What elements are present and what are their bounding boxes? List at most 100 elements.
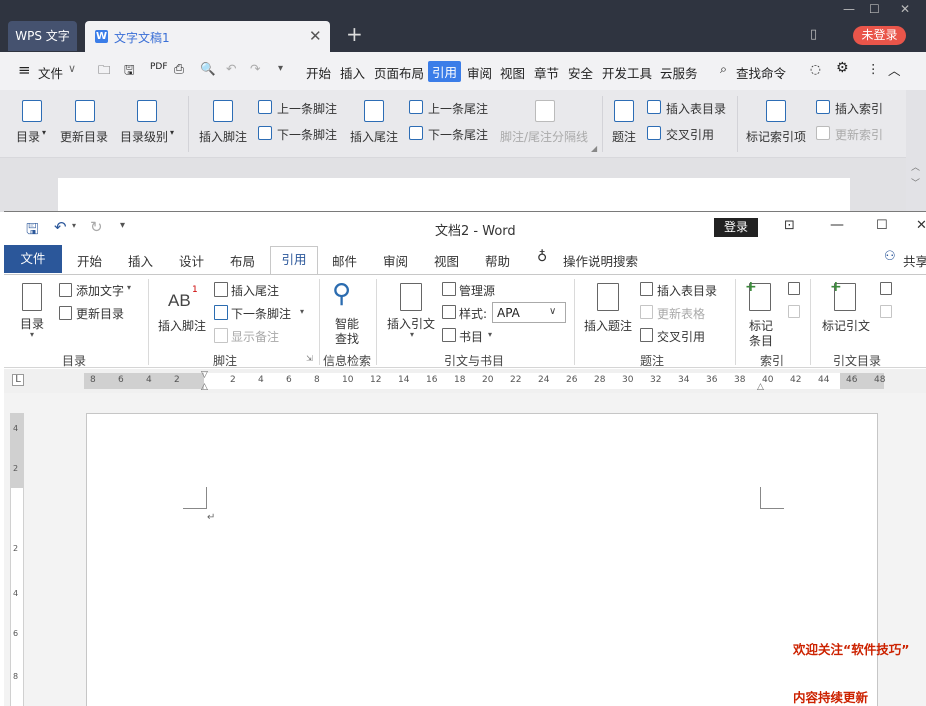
share-button[interactable]: 共享 xyxy=(903,251,926,270)
wps-insert-tof-button[interactable]: 插入表目录 xyxy=(666,100,726,117)
bibliography-button[interactable]: 书目 xyxy=(459,328,483,345)
wps-prev-endnote-button[interactable]: 上一条尾注 xyxy=(428,100,488,117)
wps-insert-index-button[interactable]: 插入索引 xyxy=(835,100,883,117)
close-icon[interactable]: ✕ xyxy=(309,27,322,45)
tab-selector-icon[interactable]: L xyxy=(12,374,24,386)
undo-icon[interactable]: ↶ xyxy=(54,218,67,236)
wps-mark-index-button[interactable]: 标记索引项 xyxy=(746,128,806,145)
new-tab-icon[interactable]: + xyxy=(346,22,363,46)
update-tof-button[interactable]: 更新表格 xyxy=(657,305,705,322)
cross-reference-button[interactable]: 交叉引用 xyxy=(657,328,705,345)
insert-tof-button[interactable]: 插入表目录 xyxy=(657,282,717,299)
chat-icon[interactable]: ◌ xyxy=(810,61,821,76)
show-notes-button[interactable]: 显示备注 xyxy=(231,328,279,345)
wps-next-endnote-button[interactable]: 下一条尾注 xyxy=(428,126,488,143)
wps-document-tab[interactable]: W 文字文稿1 ✕ xyxy=(85,21,330,52)
chevron-down-icon[interactable]: ∨ xyxy=(68,62,76,75)
ribbon-display-options-icon[interactable]: ⊡ xyxy=(784,218,795,233)
tab-home[interactable]: 开始 xyxy=(77,251,102,270)
tab-references[interactable]: 引用 xyxy=(270,246,318,275)
manage-sources-button[interactable]: 管理源 xyxy=(459,282,495,299)
word-file-tab[interactable]: 文件 xyxy=(4,245,62,273)
chevron-down-icon[interactable]: ▾ xyxy=(300,307,304,316)
gear-icon[interactable]: ⚙ xyxy=(836,60,849,76)
redo-icon[interactable]: ↷ xyxy=(250,61,260,76)
insert-footnote-button[interactable]: 插入脚注 xyxy=(158,317,206,334)
dialog-launcher-icon[interactable]: ◢ xyxy=(591,144,597,153)
tab-help[interactable]: 帮助 xyxy=(485,251,510,270)
collapse-ribbon-icon[interactable]: ︿ xyxy=(888,60,901,79)
maximize-icon[interactable]: ☐ xyxy=(869,2,880,16)
smart-lookup-button-line2[interactable]: 查找 xyxy=(335,330,359,347)
wps-menu-item-cloud[interactable]: 云服务 xyxy=(660,63,698,82)
minimize-icon[interactable]: — xyxy=(830,217,844,233)
wps-scrollbar[interactable]: ︿ ﹀ xyxy=(906,90,926,212)
save-icon[interactable]: 🖫 xyxy=(26,219,39,244)
redo-icon[interactable]: ↻ xyxy=(90,218,103,236)
wps-menu-item-security[interactable]: 安全 xyxy=(568,63,593,82)
quick-access-more-icon[interactable]: ▾ xyxy=(278,63,283,74)
document-page[interactable]: ↵ xyxy=(86,413,878,706)
mark-entry-button-line2[interactable]: 条目 xyxy=(749,332,773,349)
hanging-indent-marker[interactable]: △ xyxy=(201,382,208,392)
layout-icon[interactable]: ▯ xyxy=(810,27,817,42)
open-icon[interactable]: 🗀 xyxy=(98,61,111,82)
print-icon[interactable]: ⎙ xyxy=(174,61,184,77)
hamburger-icon[interactable]: ≡ xyxy=(18,61,31,79)
minimize-icon[interactable]: — xyxy=(843,2,855,16)
wps-search-commands[interactable]: 查找命令 xyxy=(736,63,786,82)
vertical-ruler[interactable]: 4 2 2 4 6 8 xyxy=(10,413,24,706)
insert-caption-button[interactable]: 插入题注 xyxy=(584,317,632,334)
customize-qat-icon[interactable]: ▾ xyxy=(120,220,125,231)
dialog-launcher-icon[interactable]: ⇲ xyxy=(306,354,313,363)
wps-update-toc-button[interactable]: 更新目录 xyxy=(60,128,108,145)
insert-endnote-button[interactable]: 插入尾注 xyxy=(231,282,279,299)
wps-menu-item-chapter[interactable]: 章节 xyxy=(534,63,559,82)
wps-next-footnote-button[interactable]: 下一条脚注 xyxy=(277,126,337,143)
wps-menu-item-home[interactable]: 开始 xyxy=(306,63,331,82)
wps-login-button[interactable]: 未登录 xyxy=(853,26,906,45)
tab-view[interactable]: 视图 xyxy=(434,251,459,270)
wps-insert-endnote-button[interactable]: 插入尾注 xyxy=(350,128,398,145)
wps-menu-item-insert[interactable]: 插入 xyxy=(340,63,365,82)
first-line-indent-marker[interactable]: ▽ xyxy=(201,370,208,380)
print-preview-icon[interactable]: 🔍 xyxy=(200,61,216,77)
next-footnote-button[interactable]: 下一条脚注 xyxy=(231,305,291,322)
update-table-button[interactable]: 更新目录 xyxy=(76,305,124,322)
citation-style-select[interactable]: APA ∨ xyxy=(492,302,566,323)
insert-toa-icon[interactable] xyxy=(880,282,892,295)
search-icon[interactable]: ⌕ xyxy=(720,61,727,77)
maximize-icon[interactable]: ☐ xyxy=(876,218,888,233)
wps-insert-footnote-button[interactable]: 插入脚注 xyxy=(199,128,247,145)
word-login-button[interactable]: 登录 xyxy=(714,218,758,237)
wps-menu-item-developer[interactable]: 开发工具 xyxy=(602,63,652,82)
wps-menu-item-review[interactable]: 审阅 xyxy=(467,63,492,82)
wps-file-menu[interactable]: 文件 xyxy=(38,63,63,82)
tab-review[interactable]: 审阅 xyxy=(383,251,408,270)
window-close-icon[interactable]: ✕ xyxy=(916,218,926,233)
tab-mailings[interactable]: 邮件 xyxy=(332,251,357,270)
mark-citation-button[interactable]: 标记引文 xyxy=(822,317,870,334)
add-text-button[interactable]: 添加文字 xyxy=(76,282,124,299)
wps-toc-level-button[interactable]: 目录级别 xyxy=(120,128,168,145)
chevron-down-icon[interactable]: ▾ xyxy=(72,221,76,230)
update-index-icon[interactable] xyxy=(788,305,800,318)
more-icon[interactable]: ⋮ xyxy=(867,61,880,76)
wps-menu-item-page-layout[interactable]: 页面布局 xyxy=(374,63,424,82)
insert-index-icon[interactable] xyxy=(788,282,800,295)
horizontal-ruler[interactable]: L 8 6 4 2 2 4 6 8 10 12 14 16 18 20 22 24 26 28 30 32 34 36 38… xyxy=(4,369,926,393)
tab-insert[interactable]: 插入 xyxy=(128,251,153,270)
undo-icon[interactable]: ↶ xyxy=(226,61,236,76)
tab-design[interactable]: 设计 xyxy=(179,251,204,270)
wps-separator-button[interactable]: 脚注/尾注分隔线 xyxy=(500,128,588,145)
wps-toc-button[interactable]: 目录 xyxy=(16,128,40,145)
wps-prev-footnote-button[interactable]: 上一条脚注 xyxy=(277,100,337,117)
update-toa-icon[interactable] xyxy=(880,305,892,318)
wps-app-tab[interactable]: WPS 文字 xyxy=(8,21,77,51)
wps-menu-item-references[interactable]: 引用 xyxy=(428,61,462,82)
wps-caption-button[interactable]: 题注 xyxy=(612,128,636,145)
wps-cross-ref-button[interactable]: 交叉引用 xyxy=(666,126,714,143)
tell-me-search[interactable]: 操作说明搜索 xyxy=(563,251,638,270)
wps-update-index-button[interactable]: 更新索引 xyxy=(835,126,883,143)
scroll-up-icon[interactable]: ︿ xyxy=(911,160,920,173)
